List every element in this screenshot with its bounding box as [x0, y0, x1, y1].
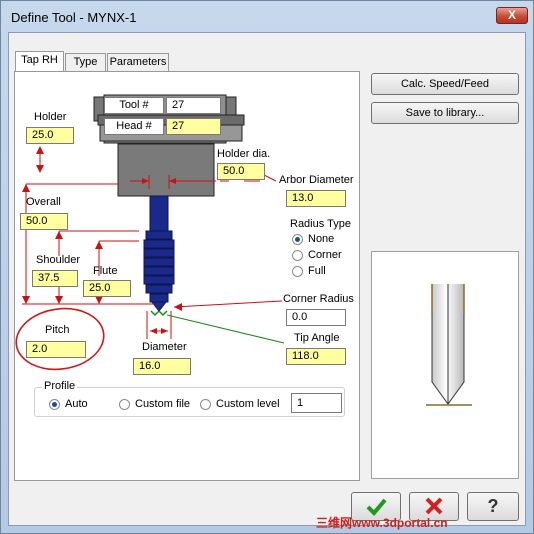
overall-label: Overall	[26, 196, 61, 208]
arbor-diameter-field[interactable]: 13.0	[286, 190, 346, 207]
question-icon: ?	[487, 496, 499, 516]
close-button[interactable]: X	[496, 7, 528, 24]
corner-radius-label: Corner Radius	[283, 293, 354, 305]
tab-tap-rh[interactable]: Tap RH	[15, 51, 64, 71]
radio-profile-custom-file[interactable]	[119, 399, 130, 410]
pitch-field[interactable]: 2.0	[26, 341, 86, 358]
tip-angle-field[interactable]: 118.0	[286, 348, 346, 365]
holder-dia-field[interactable]: 50.0	[217, 163, 265, 180]
tab-parameters[interactable]: Parameters	[107, 53, 169, 71]
calc-speed-feed-button[interactable]: Calc. Speed/Feed	[371, 73, 519, 95]
tool-number-label: Tool #	[104, 97, 164, 114]
holder-label: Holder	[34, 111, 67, 123]
custom-level-field[interactable]: 1	[291, 393, 342, 413]
arbor-diameter-label: Arbor Diameter	[279, 174, 354, 186]
corner-radius-field[interactable]: 0.0	[286, 309, 346, 326]
shoulder-field[interactable]: 37.5	[32, 270, 78, 287]
flute-label: Flute	[93, 265, 118, 277]
save-to-library-button[interactable]: Save to library...	[371, 102, 519, 124]
profile-auto-label: Auto	[65, 398, 88, 410]
radius-none-label: None	[308, 233, 335, 245]
tip-angle-label: Tip Angle	[294, 332, 340, 344]
help-button[interactable]: ?	[467, 492, 519, 521]
radius-full-label: Full	[308, 265, 326, 277]
flute-field[interactable]: 25.0	[83, 280, 131, 297]
tool-number-field[interactable]: 27	[166, 97, 221, 114]
watermark: 三维网www.3dportal.cn	[316, 516, 448, 530]
overall-field[interactable]: 50.0	[20, 213, 68, 230]
diameter-field[interactable]: 16.0	[133, 358, 191, 375]
radio-profile-auto[interactable]	[49, 399, 60, 410]
holder-field[interactable]: 25.0	[26, 127, 74, 144]
radius-corner-label: Corner	[308, 249, 342, 261]
radio-radius-full[interactable]	[292, 266, 303, 277]
dialog-window: Define Tool - MYNX-1 X Tap RH Type Param…	[0, 0, 534, 534]
tool-preview	[371, 251, 519, 479]
tab-type[interactable]: Type	[65, 53, 106, 71]
head-number-label: Head #	[104, 118, 164, 135]
profile-label: Profile	[42, 380, 78, 392]
profile-custom-level-label: Custom level	[216, 398, 280, 410]
window-title: Define Tool - MYNX-1	[11, 10, 137, 25]
profile-custom-file-label: Custom file	[135, 398, 191, 410]
pitch-label: Pitch	[45, 324, 70, 336]
diameter-label: Diameter	[142, 341, 187, 353]
radio-radius-corner[interactable]	[292, 250, 303, 261]
radio-radius-none[interactable]	[292, 234, 303, 245]
shoulder-label: Shoulder	[36, 254, 81, 266]
head-number-field[interactable]: 27	[166, 118, 221, 135]
radius-type-label: Radius Type	[290, 218, 351, 230]
holder-dia-label: Holder dia.	[217, 148, 271, 160]
radio-profile-custom-level[interactable]	[200, 399, 211, 410]
tool-preview-drawing	[426, 284, 472, 406]
